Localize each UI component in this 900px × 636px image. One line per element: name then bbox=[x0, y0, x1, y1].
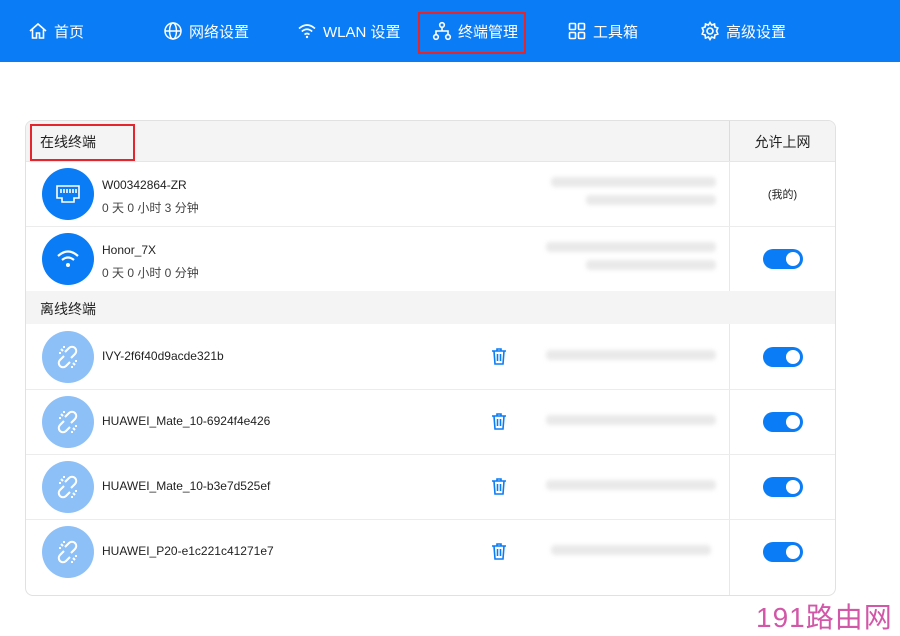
wifi-icon bbox=[57, 250, 79, 267]
broken-link-icon bbox=[57, 345, 78, 369]
nav-home[interactable]: 首页 bbox=[28, 0, 84, 62]
device-name: Honor_7X bbox=[102, 243, 157, 257]
allow-internet-toggle[interactable] bbox=[763, 249, 803, 269]
allow-internet-toggle[interactable] bbox=[763, 477, 803, 497]
blurred-info bbox=[551, 545, 711, 555]
my-device-label: (我的) bbox=[767, 189, 798, 201]
allow-internet-header: 允许上网 bbox=[754, 134, 811, 150]
nav-advanced-label: 高级设置 bbox=[726, 23, 787, 41]
blurred-info bbox=[546, 242, 716, 252]
active-tab-highlight bbox=[418, 12, 526, 54]
globe-icon bbox=[164, 22, 182, 40]
trash-icon[interactable] bbox=[491, 542, 507, 560]
device-avatar bbox=[42, 396, 94, 448]
device-name: HUAWEI_Mate_10-b3e7d525ef bbox=[102, 479, 271, 493]
offline-device-row[interactable]: HUAWEI_Mate_10-6924f4e426 bbox=[26, 389, 835, 455]
device-uptime: 0 天 0 小时 3 分钟 bbox=[102, 201, 199, 215]
offline-device-row[interactable]: HUAWEI_Mate_10-b3e7d525ef bbox=[26, 454, 835, 520]
blurred-info bbox=[586, 195, 716, 205]
broken-link-icon bbox=[57, 540, 78, 564]
online-devices-header: 在线终端 允许上网 bbox=[26, 121, 835, 162]
device-name: IVY-2f6f40d9acde321b bbox=[102, 349, 224, 363]
trash-icon[interactable] bbox=[491, 347, 507, 365]
grid-icon bbox=[568, 22, 586, 40]
online-device-row[interactable]: W00342864-ZR 0 天 0 小时 3 分钟 (我的) bbox=[26, 161, 835, 227]
top-nav: 首页 网络设置 WLAN 设置 终端管理 工具箱 高级设置 bbox=[0, 0, 900, 62]
trash-icon[interactable] bbox=[491, 477, 507, 495]
nav-toolbox[interactable]: 工具箱 bbox=[567, 0, 638, 62]
blurred-info bbox=[546, 480, 716, 490]
device-avatar bbox=[42, 331, 94, 383]
device-avatar bbox=[42, 526, 94, 578]
wifi-icon bbox=[298, 24, 316, 39]
online-device-row[interactable]: Honor_7X 0 天 0 小时 0 分钟 bbox=[26, 226, 835, 292]
online-title-highlight bbox=[30, 124, 135, 161]
allow-internet-toggle[interactable] bbox=[763, 412, 803, 432]
nav-network-label: 网络设置 bbox=[189, 23, 250, 41]
watermark: 191路由网 bbox=[756, 602, 893, 633]
device-uptime: 0 天 0 小时 0 分钟 bbox=[102, 266, 199, 280]
nav-toolbox-label: 工具箱 bbox=[593, 23, 639, 41]
blurred-info bbox=[546, 350, 716, 360]
device-name: HUAWEI_Mate_10-6924f4e426 bbox=[102, 414, 271, 428]
home-icon bbox=[29, 22, 47, 39]
ethernet-icon bbox=[56, 185, 80, 203]
nav-wlan-settings[interactable]: WLAN 设置 bbox=[297, 0, 401, 62]
device-name: W00342864-ZR bbox=[102, 178, 187, 192]
offline-devices-title: 离线终端 bbox=[40, 301, 96, 317]
blurred-info bbox=[546, 415, 716, 425]
allow-internet-toggle[interactable] bbox=[763, 542, 803, 562]
device-panel: 在线终端 允许上网 W00342864-ZR 0 天 0 小时 3 分钟 (我的… bbox=[25, 120, 836, 596]
device-name: HUAWEI_P20-e1c221c41271e7 bbox=[102, 544, 274, 558]
offline-device-row[interactable]: HUAWEI_P20-e1c221c41271e7 bbox=[26, 519, 835, 584]
nav-home-label: 首页 bbox=[54, 23, 85, 41]
blurred-info bbox=[586, 260, 716, 270]
offline-device-row[interactable]: IVY-2f6f40d9acde321b bbox=[26, 324, 835, 390]
offline-devices-header: 离线终端 bbox=[26, 291, 835, 324]
device-avatar bbox=[42, 168, 94, 220]
broken-link-icon bbox=[57, 475, 78, 499]
broken-link-icon bbox=[57, 410, 78, 434]
nav-wlan-label: WLAN 设置 bbox=[323, 23, 401, 41]
nav-advanced-settings[interactable]: 高级设置 bbox=[700, 0, 786, 62]
nav-network-settings[interactable]: 网络设置 bbox=[163, 0, 249, 62]
device-avatar bbox=[42, 461, 94, 513]
gear-icon bbox=[701, 21, 719, 41]
trash-icon[interactable] bbox=[491, 412, 507, 430]
allow-internet-toggle[interactable] bbox=[763, 347, 803, 367]
blurred-info bbox=[551, 177, 716, 187]
device-avatar bbox=[42, 233, 94, 285]
